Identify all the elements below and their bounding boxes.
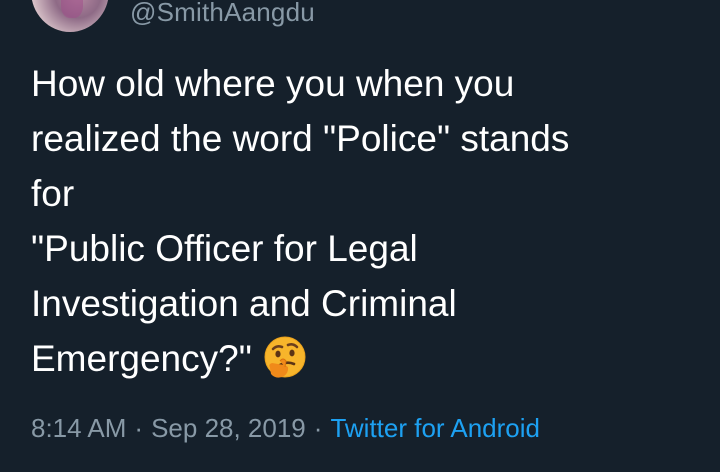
tweet-source-link[interactable]: Twitter for Android [330,413,540,443]
tweet-text-line: Investigation and Criminal [31,283,457,324]
tweet-text-line: for [31,173,75,214]
tweet-text-line: How old where you when you [31,63,515,104]
meta-separator: · [134,413,144,443]
tweet-meta: 8:14 AM · Sep 28, 2019 · Twitter for Android [31,410,540,446]
tweet-text-line-content: Emergency?" [31,338,252,379]
tweet-text-line: "Public Officer for Legal [31,228,418,269]
tweet-text-line-last: Emergency?" [31,331,691,396]
avatar[interactable] [31,0,109,32]
tweet-date[interactable]: Sep 28, 2019 [151,413,306,443]
tweet-text-line: realized the word "Police" stands [31,118,570,159]
tweet-time: 8:14 AM [31,413,127,443]
user-handle[interactable]: @SmithAangdu [130,0,315,26]
thinking-face-icon [262,335,308,396]
meta-separator: · [313,413,323,443]
tweet-text: How old where you when you realized the … [31,56,691,396]
tweet-card: @SmithAangdu How old where you when you … [0,0,720,472]
